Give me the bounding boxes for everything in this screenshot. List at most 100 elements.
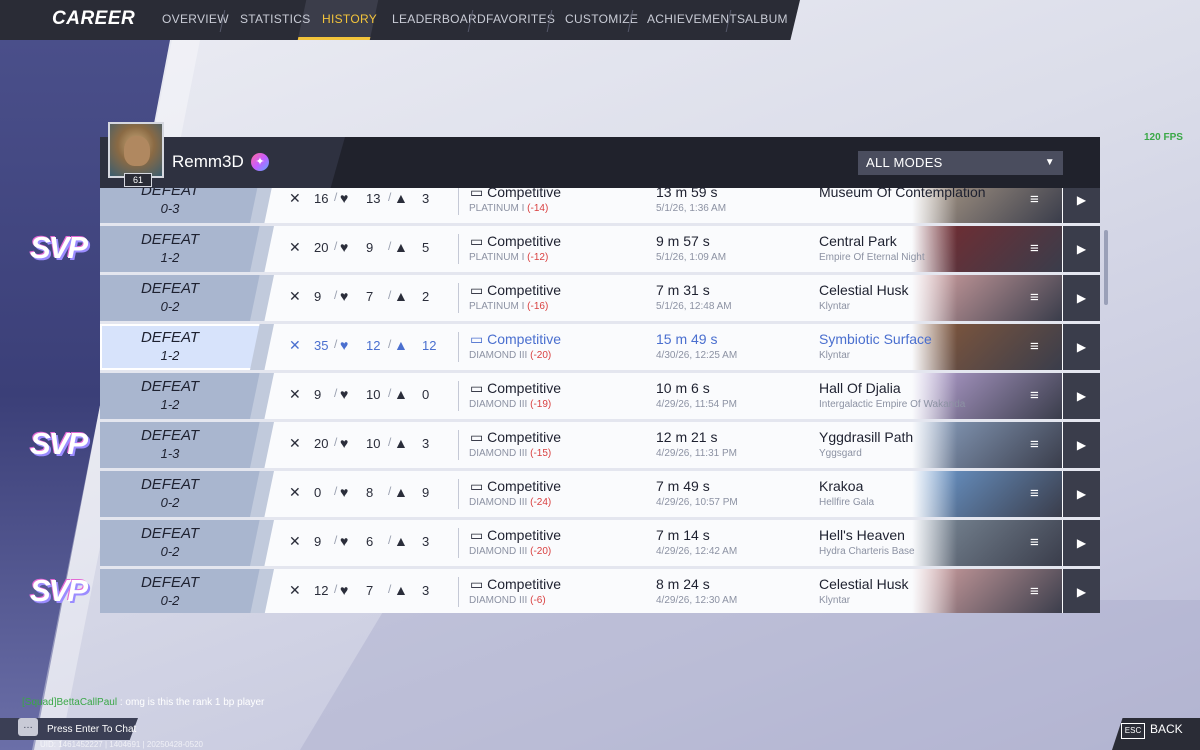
match-mode: ▭ Competitive [470, 576, 561, 593]
monitor-icon: ▭ [470, 233, 488, 249]
kda-separator: / [334, 386, 338, 400]
chat-text: omg is this the rank 1 bp player [125, 697, 265, 708]
replay-play-button[interactable]: ▶ [1063, 373, 1100, 419]
match-result: DEFEAT [140, 574, 200, 591]
match-score: 1-2 [160, 397, 180, 412]
match-result: DEFEAT [140, 231, 200, 248]
details-menu-icon[interactable]: ≡ [1030, 289, 1039, 306]
svp-badge: SVP [30, 230, 88, 265]
match-mode: ▭ Competitive [470, 282, 561, 299]
assists-value: 9 [422, 485, 430, 500]
kda-separator: / [388, 484, 392, 498]
chat-prompt[interactable]: Press Enter To Chat [47, 724, 136, 735]
replay-play-button[interactable]: ▶ [1063, 471, 1100, 517]
tab-overview[interactable]: OVERVIEW [162, 12, 229, 26]
match-row[interactable]: DEFEAT 0-2 ✕ 12 / ♥ 7 / ▲ 3 ▭ Competitiv… [100, 569, 1100, 613]
match-rank: DIAMOND III (-15) [469, 448, 551, 459]
rank-delta: (-16) [527, 301, 549, 312]
assists-icon: ▲ [394, 582, 408, 598]
assists-value: 3 [422, 191, 430, 206]
match-rank: PLATINUM I (-14) [469, 203, 548, 214]
tab-history[interactable]: HISTORY [322, 12, 377, 26]
tab-achievements[interactable]: ACHIEVEMENTS [647, 12, 745, 26]
tab-favorites[interactable]: FAVORITES [486, 12, 555, 26]
replay-play-button[interactable]: ▶ [1063, 520, 1100, 566]
deaths-value: 12 [366, 338, 381, 353]
map-name: Museum Of Contemplation [819, 188, 986, 200]
match-row[interactable]: DEFEAT 1-2 ✕ 9 / ♥ 10 / ▲ 0 ▭ Competitiv… [100, 373, 1100, 422]
match-row[interactable]: DEFEAT 0-2 ✕ 9 / ♥ 7 / ▲ 2 ▭ Competitive… [100, 275, 1100, 324]
replay-play-button[interactable]: ▶ [1063, 226, 1100, 272]
mode-label: Competitive [487, 233, 562, 249]
deaths-icon: ♥ [340, 239, 349, 255]
mode-filter-dropdown[interactable]: ALL MODES ▼ [858, 151, 1063, 175]
details-menu-icon[interactable]: ≡ [1030, 534, 1039, 551]
back-label[interactable]: BACK [1150, 722, 1183, 736]
match-rank: PLATINUM I (-16) [469, 301, 548, 312]
rank-delta: (-24) [530, 497, 552, 508]
details-menu-icon[interactable]: ≡ [1030, 338, 1039, 355]
details-menu-icon[interactable]: ≡ [1030, 436, 1039, 453]
tab-statistics[interactable]: STATISTICS [240, 12, 311, 26]
match-rank: DIAMOND III (-20) [469, 350, 551, 361]
mode-label: Competitive [487, 576, 562, 592]
monitor-icon: ▭ [470, 429, 488, 445]
match-mode: ▭ Competitive [470, 478, 561, 495]
map-thumbnail [912, 226, 1062, 272]
replay-play-button[interactable]: ▶ [1063, 569, 1100, 613]
kda-separator: / [334, 533, 338, 547]
rank-label: PLATINUM I [469, 203, 525, 214]
rank-label: PLATINUM I [469, 252, 525, 263]
chat-sender: BettaCallPaul [56, 697, 118, 708]
replay-play-button[interactable]: ▶ [1063, 275, 1100, 321]
replay-play-button[interactable]: ▶ [1063, 188, 1100, 223]
details-menu-icon[interactable]: ≡ [1030, 485, 1039, 502]
kda-separator: / [334, 435, 338, 449]
match-row[interactable]: DEFEAT 1-2 ✕ 35 / ♥ 12 / ▲ 12 ▭ Competit… [100, 324, 1100, 373]
deaths-icon: ♥ [340, 288, 349, 304]
replay-play-button[interactable]: ▶ [1063, 324, 1100, 370]
rank-label: DIAMOND III [469, 497, 528, 508]
match-row[interactable]: DEFEAT 0-2 ✕ 9 / ♥ 6 / ▲ 3 ▭ Competitive… [100, 520, 1100, 569]
match-duration: 8 m 24 s [656, 576, 710, 592]
match-history-list[interactable]: DEFEAT 0-3 ✕ 16 / ♥ 13 / ▲ 3 ▭ Competiti… [100, 188, 1100, 613]
scrollbar[interactable] [1104, 230, 1108, 305]
rank-delta: (-19) [530, 399, 552, 410]
match-row[interactable]: DEFEAT 1-3 ✕ 20 / ♥ 10 / ▲ 3 ▭ Competiti… [100, 422, 1100, 471]
kda-separator: / [388, 190, 392, 204]
details-menu-icon[interactable]: ≡ [1030, 191, 1039, 208]
avatar[interactable] [108, 122, 164, 178]
map-thumbnail [912, 422, 1062, 468]
assists-icon: ▲ [394, 190, 408, 206]
kda-separator: / [388, 386, 392, 400]
match-rank: DIAMOND III (-19) [469, 399, 551, 410]
tab-album[interactable]: ALBUM [745, 12, 788, 26]
details-menu-icon[interactable]: ≡ [1030, 583, 1039, 600]
tab-customize[interactable]: CUSTOMIZE [565, 12, 638, 26]
assists-value: 3 [422, 583, 430, 598]
match-mode: ▭ Competitive [470, 233, 561, 250]
match-date: 4/29/26, 12:42 AM [656, 546, 738, 557]
assists-icon: ▲ [394, 386, 408, 402]
replay-play-button[interactable]: ▶ [1063, 422, 1100, 468]
match-row[interactable]: DEFEAT 0-3 ✕ 16 / ♥ 13 / ▲ 3 ▭ Competiti… [100, 188, 1100, 226]
details-menu-icon[interactable]: ≡ [1030, 387, 1039, 404]
kda-separator: / [334, 484, 338, 498]
rank-badge-icon: ✦ [251, 153, 269, 171]
rank-delta: (-15) [530, 448, 552, 459]
chat-icon: … [18, 718, 38, 736]
details-menu-icon[interactable]: ≡ [1030, 240, 1039, 257]
match-duration: 7 m 31 s [656, 282, 710, 298]
map-region: Hydra Charteris Base [819, 546, 915, 557]
match-row[interactable]: DEFEAT 0-2 ✕ 0 / ♥ 8 / ▲ 9 ▭ Competitive… [100, 471, 1100, 520]
match-result: DEFEAT [140, 427, 200, 444]
match-result: DEFEAT [140, 378, 200, 395]
rank-label: PLATINUM I [469, 301, 525, 312]
match-rank: DIAMOND III (-24) [469, 497, 551, 508]
column-divider [458, 430, 459, 460]
match-score: 1-2 [160, 348, 180, 363]
map-name: Hell's Heaven [819, 527, 905, 543]
kills-value: 16 [314, 191, 329, 206]
match-date: 5/1/26, 12:48 AM [656, 301, 732, 312]
match-row[interactable]: DEFEAT 1-2 ✕ 20 / ♥ 9 / ▲ 5 ▭ Competitiv… [100, 226, 1100, 275]
